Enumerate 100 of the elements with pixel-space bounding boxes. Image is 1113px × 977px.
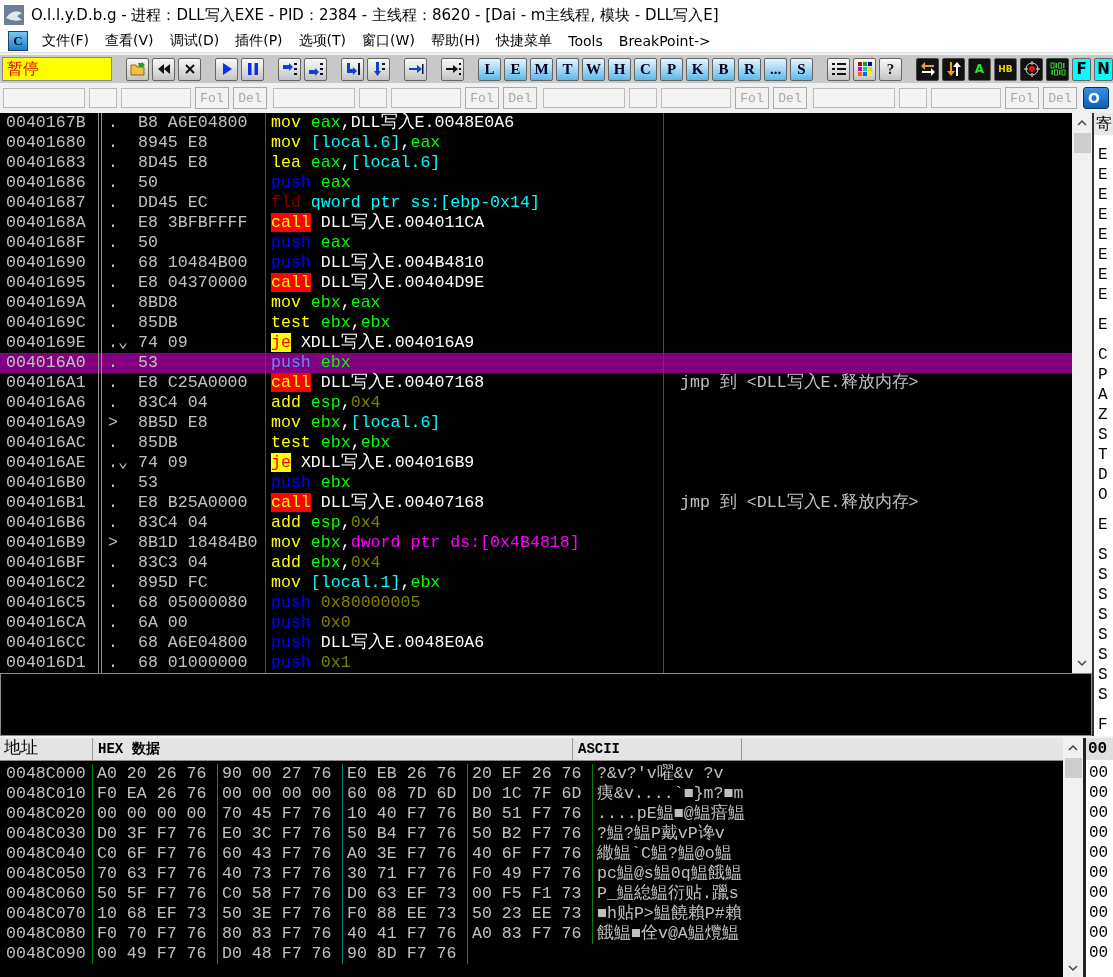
toolbar-button[interactable] xyxy=(827,57,850,81)
menu-item[interactable]: Tools xyxy=(560,33,611,49)
register-label: E xyxy=(1097,265,1109,285)
toolbar-button[interactable] xyxy=(916,57,939,81)
menu-item[interactable]: 快捷菜单 xyxy=(488,32,561,50)
menu-item[interactable]: 选项(T) xyxy=(290,32,355,50)
register-label: E xyxy=(1097,165,1109,185)
toolbar-button[interactable] xyxy=(441,57,464,81)
register-label: S xyxy=(1097,605,1109,625)
address-cell: 0040168A xyxy=(0,213,102,233)
toolbar-button[interactable]: HB xyxy=(994,57,1017,81)
toolbar-button[interactable] xyxy=(178,57,201,81)
stack-cell-text: 00 xyxy=(1088,923,1110,943)
instruction-text: mov ebx,dword ptr ds:[0x4B4818] xyxy=(266,533,664,553)
hex-bytes: 85DB xyxy=(138,313,266,333)
jump-mark: . xyxy=(107,293,119,313)
menu-item[interactable]: 帮助(H) xyxy=(422,32,489,50)
input-field[interactable] xyxy=(931,88,1001,108)
menu-item[interactable]: 查看(V) xyxy=(97,32,162,50)
toolbar-button[interactable]: N xyxy=(1094,57,1113,81)
hex-cell: 10 68 EF 73 xyxy=(93,904,218,924)
toolbar-button[interactable] xyxy=(404,57,427,81)
column-header[interactable]: ASCII xyxy=(573,738,742,760)
toolbar-button[interactable]: F xyxy=(1072,57,1091,81)
jump-mark: . xyxy=(107,173,119,193)
menu-item[interactable]: BreakPoint-> xyxy=(610,33,719,49)
hex-cell: B0 51 F7 76 xyxy=(468,804,593,824)
input-field[interactable] xyxy=(391,88,461,108)
jump-mark: . xyxy=(107,613,119,633)
input-field[interactable] xyxy=(629,88,657,108)
toolbar-button[interactable]: A xyxy=(968,57,991,81)
toolbar-button[interactable]: P xyxy=(660,57,683,81)
input-field[interactable] xyxy=(273,88,355,108)
toolbar-button[interactable] xyxy=(942,57,965,81)
instruction-text: push eax xyxy=(266,173,664,193)
toolbar-button[interactable] xyxy=(152,57,175,81)
toolbar-button[interactable] xyxy=(853,57,876,81)
toolbar-button[interactable]: R xyxy=(738,57,761,81)
toolbar-button[interactable]: K xyxy=(686,57,709,81)
toolbar-button[interactable]: C xyxy=(634,57,657,81)
input-field[interactable] xyxy=(899,88,927,108)
hex-bytes: 8B5D E8 xyxy=(138,413,266,433)
selected-row[interactable]: 004016A0 . 53 push ebx xyxy=(0,353,1072,373)
action-button[interactable]: O xyxy=(1083,87,1109,109)
input-field[interactable] xyxy=(359,88,387,108)
toolbar-button[interactable] xyxy=(367,57,390,81)
instruction-text: lea eax,[local.6] xyxy=(266,153,664,173)
input-field[interactable] xyxy=(3,88,85,108)
input-field[interactable] xyxy=(121,88,191,108)
input-field[interactable] xyxy=(813,88,895,108)
toolbar-button[interactable]: B xyxy=(712,57,735,81)
hex-bytes: 53 xyxy=(138,473,266,493)
address-cell: 004016C5 xyxy=(0,593,102,613)
scroll-thumb[interactable] xyxy=(1073,133,1091,153)
toolbar-button[interactable]: W xyxy=(582,57,605,81)
menu-item[interactable]: 调试(D) xyxy=(161,32,228,50)
app-menu-button[interactable]: C xyxy=(8,31,28,51)
window-title: O.l.l.y.D.b.g - 进程：DLL写入EXE - PID：2384 - 主线程：8620 - [Dai - m主线程, 模块 - DLL写入E] xyxy=(31,5,719,25)
toolbar-button[interactable]: M xyxy=(530,57,553,81)
registers-header: 寄 xyxy=(1094,113,1113,135)
toolbar-button[interactable]: ... xyxy=(764,57,787,81)
hex-bytes: 8945 E8 xyxy=(138,133,266,153)
toolbar-button[interactable] xyxy=(1046,57,1069,81)
address-cell: 004016B9 xyxy=(0,533,102,553)
toolbar-button[interactable] xyxy=(215,57,238,81)
toolbar-button[interactable]: ? xyxy=(879,57,902,81)
hex-cell: C0 6F F7 76 xyxy=(93,844,218,864)
register-label: O xyxy=(1097,485,1109,505)
menu-item[interactable]: 文件(F) xyxy=(34,32,97,50)
jump-mark: . xyxy=(107,133,119,153)
toolbar-button[interactable] xyxy=(304,57,327,81)
toolbar-button[interactable]: T xyxy=(556,57,579,81)
register-label: S xyxy=(1097,565,1109,585)
toolbar-button[interactable] xyxy=(1020,57,1043,81)
step-over-icon xyxy=(307,61,324,77)
hex-bytes: B8 A6E04800 xyxy=(138,113,266,133)
register-label: C xyxy=(1097,345,1109,365)
scroll-thumb[interactable] xyxy=(1064,758,1082,778)
toolbar-button[interactable] xyxy=(241,57,264,81)
register-label: E xyxy=(1097,225,1109,245)
column-header[interactable]: HEX 数据 xyxy=(93,738,573,760)
up-down-arrows-icon xyxy=(945,61,962,77)
toolbar-button[interactable] xyxy=(341,57,364,81)
toolbar-button[interactable]: E xyxy=(504,57,527,81)
menu-item[interactable]: 插件(P) xyxy=(227,32,291,50)
toolbar-button[interactable]: S xyxy=(790,57,813,81)
menu-item[interactable]: 窗口(W) xyxy=(354,32,423,50)
toolbar-button[interactable] xyxy=(278,57,301,81)
hex-bytes: 8D45 E8 xyxy=(138,153,266,173)
input-field[interactable] xyxy=(661,88,731,108)
register-label: E xyxy=(1097,205,1109,225)
input-field[interactable] xyxy=(89,88,117,108)
address-cell: 0048C020 xyxy=(0,804,93,824)
toolbar-button[interactable]: L xyxy=(478,57,501,81)
input-field[interactable] xyxy=(543,88,625,108)
address-cell: 004016A9 xyxy=(0,413,102,433)
hex-cell: A0 3E F7 76 xyxy=(343,844,468,864)
toolbar-button[interactable]: H xyxy=(608,57,631,81)
column-header[interactable]: 地址 xyxy=(0,738,93,760)
hex-bytes: 50 xyxy=(138,173,266,193)
